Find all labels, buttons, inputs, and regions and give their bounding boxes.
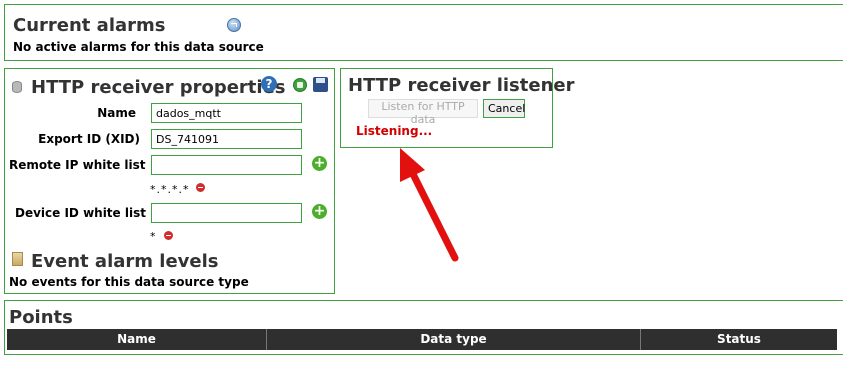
http-receiver-properties-panel: HTTP receiver properties ? Name Export I… [4,68,335,294]
remote-ip-entry: *.*.*.* [150,183,190,196]
cancel-button[interactable]: Cancel [483,99,525,118]
column-status[interactable]: Status [641,329,837,350]
properties-title: HTTP receiver properties [31,77,286,98]
name-label: Name [97,106,136,120]
xid-label: Export ID (XID) [38,132,140,146]
arrow-shaft [409,170,459,262]
remove-remote-ip-icon[interactable] [196,183,205,192]
save-icon[interactable] [293,78,307,92]
current-alarms-panel: Current alarms No active alarms for this… [4,4,843,61]
device-id-label: Device ID white list [15,206,146,220]
column-data-type[interactable]: Data type [267,329,641,350]
remove-device-id-icon[interactable] [164,231,173,240]
database-icon [12,81,22,93]
event-alarm-icon [12,252,23,266]
event-alarm-levels-title: Event alarm levels [31,251,219,272]
column-name[interactable]: Name [7,329,267,350]
points-table-header: Name Data type Status [7,329,837,350]
refresh-icon[interactable] [227,18,241,32]
remote-ip-input[interactable] [151,155,302,175]
points-title: Points [9,307,73,328]
help-icon[interactable]: ? [261,76,277,92]
listening-status: Listening... [356,124,433,138]
name-field[interactable] [151,103,302,123]
no-alarms-message: No active alarms for this data source [13,40,264,54]
listener-title: HTTP receiver listener [348,75,575,96]
device-id-entry: * [150,230,157,243]
no-events-message: No events for this data source type [9,275,249,289]
arrow-head [400,148,425,182]
add-remote-ip-icon[interactable]: + [312,156,327,171]
listen-button[interactable]: Listen for HTTP data [368,99,478,126]
http-receiver-listener-panel: HTTP receiver listener Listen for HTTP d… [340,68,574,148]
current-alarms-title: Current alarms [13,15,166,36]
device-id-input[interactable] [151,203,302,223]
points-panel: Points Name Data type Status [4,300,843,355]
disk-icon[interactable] [313,77,328,92]
add-device-id-icon[interactable]: + [312,204,327,219]
xid-field[interactable] [151,129,302,149]
remote-ip-label: Remote IP white list [9,158,146,172]
